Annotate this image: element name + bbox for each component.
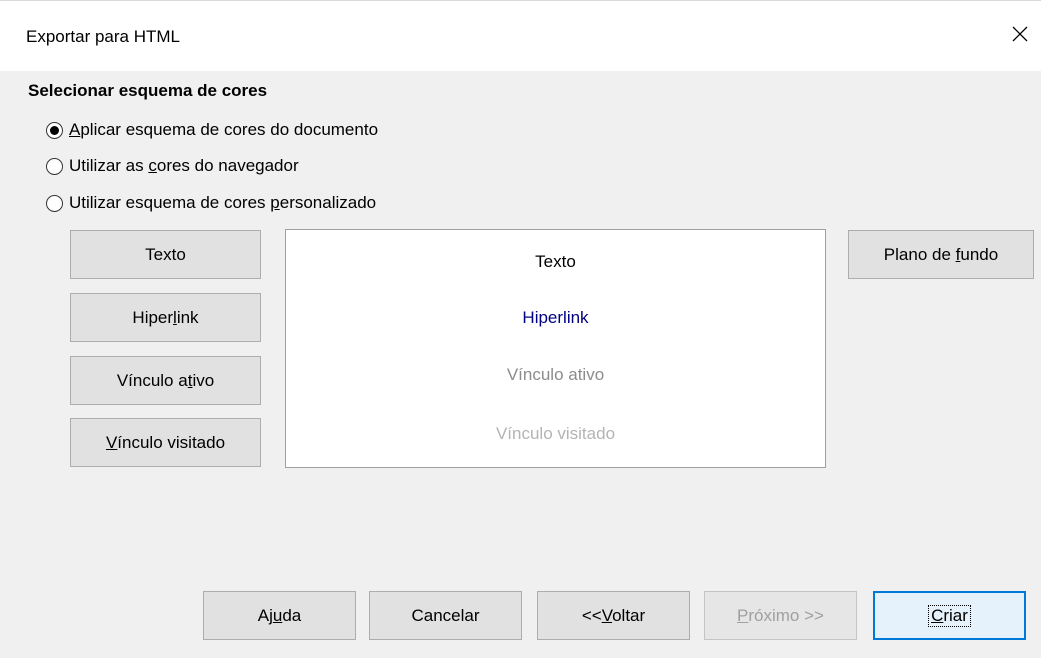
radio-apply-document-colors[interactable]: Aplicar esquema de cores do documento [46, 120, 378, 140]
radio-button[interactable] [46, 157, 63, 175]
radio-label: Utilizar esquema de cores personalizado [69, 193, 377, 212]
create-button[interactable]: Criar [873, 591, 1026, 640]
background-color-button[interactable]: Plano de fundo [848, 230, 1034, 279]
radio-button[interactable] [46, 194, 63, 212]
export-html-dialog: Exportar para HTML Selecionar esquema de… [0, 0, 1041, 658]
radio-browser-colors[interactable]: Utilizar as cores do navegador [46, 156, 299, 176]
title-bar: Exportar para HTML [0, 1, 1041, 71]
radio-label: Aplicar esquema de cores do documento [69, 120, 379, 139]
text-color-button[interactable]: Texto [70, 230, 261, 279]
close-button[interactable] [999, 13, 1041, 55]
close-icon [1012, 26, 1028, 42]
next-button[interactable]: Próximo >> [704, 591, 857, 640]
radio-selected-dot [50, 125, 59, 135]
hyperlink-color-button[interactable]: Hiperlink [70, 293, 261, 342]
preview-active-link: Vínculo ativo [506, 365, 605, 384]
visited-link-color-button[interactable]: Vínculo visitado [70, 418, 261, 467]
preview-visited-link: Vínculo visitado [495, 424, 616, 443]
help-button[interactable]: Ajuda [203, 591, 356, 640]
color-preview-panel: Texto Hiperlink Vínculo ativo Vínculo vi… [285, 229, 826, 468]
preview-text: Texto [535, 252, 576, 271]
back-button[interactable]: <<Voltar [537, 591, 690, 640]
radio-label: Utilizar as cores do navegador [69, 156, 299, 175]
color-scheme-heading: Selecionar esquema de cores [28, 81, 268, 100]
dialog-title: Exportar para HTML [26, 27, 180, 46]
cancel-button[interactable]: Cancelar [369, 591, 522, 640]
radio-button[interactable] [46, 121, 63, 139]
radio-custom-colors[interactable]: Utilizar esquema de cores personalizado [46, 193, 376, 213]
active-link-color-button[interactable]: Vínculo ativo [70, 356, 261, 405]
preview-hyperlink: Hiperlink [522, 308, 589, 327]
